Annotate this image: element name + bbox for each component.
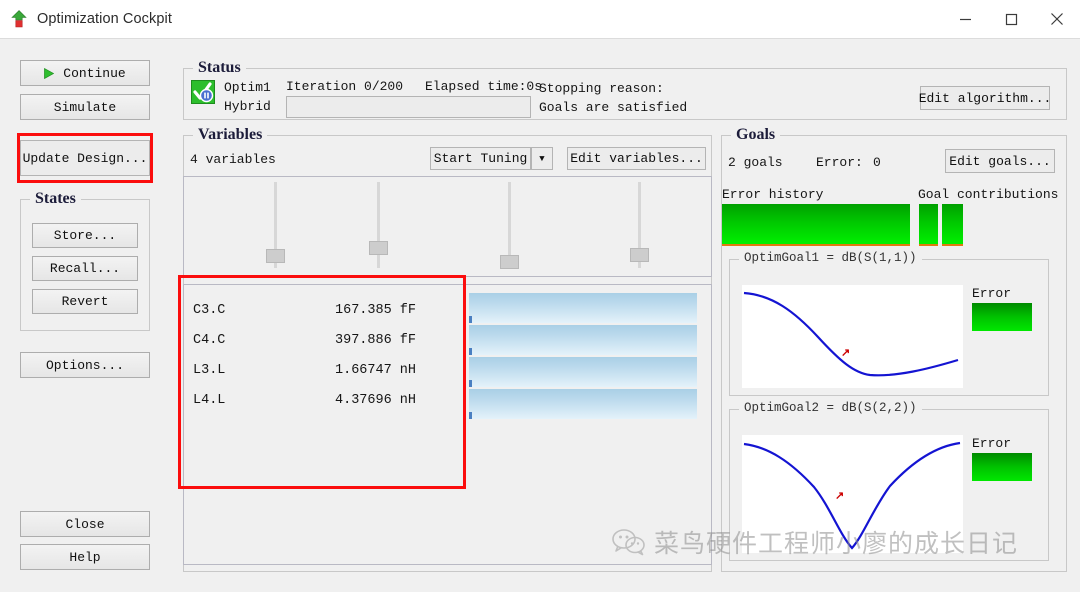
variable-range-bar[interactable] bbox=[469, 293, 697, 323]
goal-1-plot[interactable]: ↗ bbox=[742, 285, 963, 388]
continue-label: Continue bbox=[63, 65, 126, 81]
variable-range-tick bbox=[469, 380, 472, 387]
stopping-reason-label: Stopping reason: bbox=[539, 81, 664, 96]
goals-count-label: 2 goals bbox=[728, 155, 783, 170]
update-design-label: Update Design... bbox=[22, 150, 148, 166]
goals-group-label: Goals bbox=[731, 126, 781, 144]
window-title: Optimization Cockpit bbox=[37, 11, 172, 27]
states-group-label: States bbox=[30, 190, 81, 208]
variable-range-tick bbox=[469, 348, 472, 355]
store-label: Store... bbox=[53, 228, 117, 243]
elapsed-time-label: Elapsed time:0s bbox=[425, 79, 543, 94]
close-dialog-button[interactable]: Close bbox=[20, 511, 150, 537]
goal-2-marker-icon: ↗ bbox=[835, 490, 845, 502]
title-bar: Optimization Cockpit bbox=[0, 0, 1080, 39]
goal-1-error-label: Error bbox=[972, 286, 1012, 301]
variable-name: C4.C bbox=[193, 333, 226, 348]
error-history-label: Error history bbox=[722, 187, 824, 202]
variable-value: 397.886 fF bbox=[335, 333, 417, 348]
recall-button[interactable]: Recall... bbox=[32, 256, 138, 281]
simulate-button[interactable]: Simulate bbox=[20, 94, 150, 120]
goal-2-title: OptimGoal2 = dB(S(2,2)) bbox=[739, 401, 922, 415]
variable-range-bar[interactable] bbox=[469, 389, 697, 419]
variable-slider-2[interactable] bbox=[369, 241, 388, 255]
options-button[interactable]: Options... bbox=[20, 352, 150, 378]
minimize-button[interactable] bbox=[942, 0, 988, 39]
store-button[interactable]: Store... bbox=[32, 223, 138, 248]
close-button[interactable] bbox=[1034, 0, 1080, 39]
variable-name: L3.L bbox=[193, 363, 226, 378]
optimization-arrow-icon bbox=[9, 9, 29, 29]
goal-contribution-bar bbox=[942, 204, 963, 246]
edit-variables-button[interactable]: Edit variables... bbox=[567, 147, 706, 170]
start-tuning-button[interactable]: Start Tuning bbox=[430, 147, 531, 170]
window-controls bbox=[942, 0, 1080, 39]
variable-slider-3[interactable] bbox=[500, 255, 519, 269]
goal-1-marker-icon: ↗ bbox=[841, 347, 851, 359]
goal-1-error-bar bbox=[972, 303, 1032, 331]
variable-range-bar[interactable] bbox=[469, 357, 697, 387]
play-icon bbox=[44, 67, 55, 79]
goal-2-error-label: Error bbox=[972, 436, 1012, 451]
chevron-down-icon: ▼ bbox=[539, 153, 545, 164]
start-tuning-dropdown[interactable]: ▼ bbox=[531, 147, 553, 170]
variable-range-tick bbox=[469, 412, 472, 419]
continue-button[interactable]: Continue bbox=[20, 60, 150, 86]
variables-group-label: Variables bbox=[193, 126, 268, 144]
simulate-label: Simulate bbox=[53, 99, 117, 115]
progress-bar bbox=[286, 96, 531, 118]
options-label: Options... bbox=[45, 357, 124, 373]
variable-name: C3.C bbox=[193, 303, 226, 318]
variable-value: 4.37696 nH bbox=[335, 393, 417, 408]
variable-range-tick bbox=[469, 316, 472, 323]
slider-track-2 bbox=[377, 182, 380, 268]
help-label: Help bbox=[69, 549, 101, 565]
algorithm-label: Hybrid bbox=[224, 99, 271, 114]
edit-algorithm-label: Edit algorithm... bbox=[918, 90, 1052, 106]
goal-2-plot[interactable]: ↗ bbox=[742, 435, 963, 553]
error-history-bar bbox=[722, 204, 910, 246]
variables-count-label: 4 variables bbox=[190, 152, 276, 167]
goal-contributions-label: Goal contributions bbox=[918, 187, 1059, 202]
start-tuning-label: Start Tuning bbox=[433, 151, 528, 166]
edit-variables-label: Edit variables... bbox=[570, 151, 703, 166]
variable-slider-1[interactable] bbox=[266, 249, 285, 263]
stopping-reason-value: Goals are satisfied bbox=[539, 100, 688, 115]
variable-slider-4[interactable] bbox=[630, 248, 649, 262]
status-group-label: Status bbox=[193, 59, 246, 77]
maximize-button[interactable] bbox=[988, 0, 1034, 39]
recall-label: Recall... bbox=[49, 261, 121, 276]
revert-button[interactable]: Revert bbox=[32, 289, 138, 314]
update-design-button[interactable]: Update Design... bbox=[20, 140, 150, 176]
goals-error-value: 0 bbox=[873, 155, 881, 170]
goals-error-label: Error: bbox=[816, 155, 863, 170]
goal-1-title: OptimGoal1 = dB(S(1,1)) bbox=[739, 251, 922, 265]
iteration-label: Iteration 0/200 bbox=[286, 79, 404, 94]
edit-goals-label: Edit goals... bbox=[949, 153, 1051, 169]
variable-range-bar[interactable] bbox=[469, 325, 697, 355]
edit-algorithm-button[interactable]: Edit algorithm... bbox=[918, 86, 1052, 110]
goal-2-error-bar bbox=[972, 453, 1032, 481]
goal-contribution-bar bbox=[919, 204, 938, 246]
variable-value: 1.66747 nH bbox=[335, 363, 417, 378]
status-icon bbox=[191, 80, 215, 104]
optimization-cockpit-window: Optimization Cockpit Continue Simulate U… bbox=[0, 0, 1080, 592]
variable-name: L4.L bbox=[193, 393, 226, 408]
close-dialog-label: Close bbox=[65, 516, 105, 532]
optim-name-label: Optim1 bbox=[224, 80, 271, 95]
help-button[interactable]: Help bbox=[20, 544, 150, 570]
revert-label: Revert bbox=[61, 294, 109, 309]
variable-value: 167.385 fF bbox=[335, 303, 417, 318]
edit-goals-button[interactable]: Edit goals... bbox=[945, 149, 1055, 173]
